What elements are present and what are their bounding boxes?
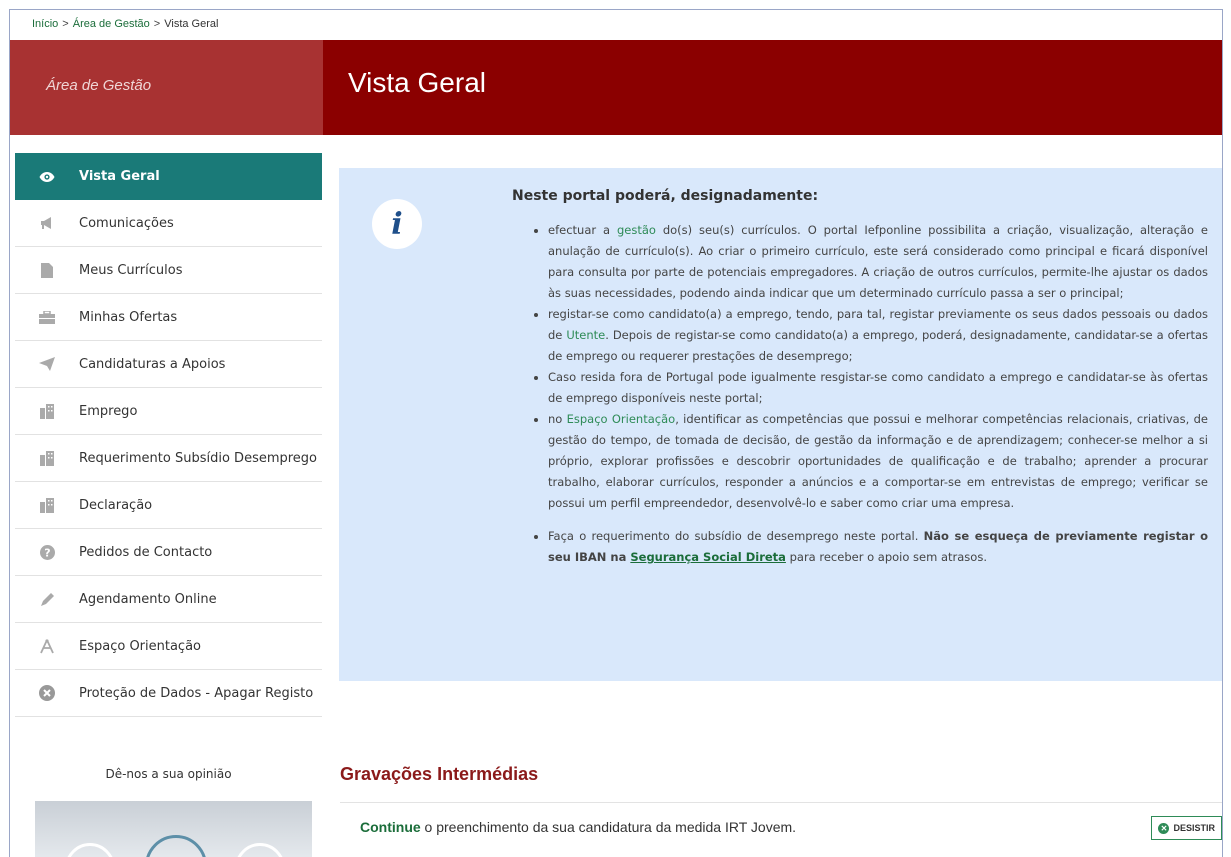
briefcase-icon — [15, 310, 79, 324]
sidebar-item-candidaturas-apoios[interactable]: Candidaturas a Apoios — [15, 341, 322, 388]
gestao-link[interactable]: gestão — [617, 223, 656, 237]
opinion-banner-image[interactable] — [35, 801, 312, 857]
portal-info-box: i Neste portal poderá, designadamente: e… — [339, 168, 1222, 681]
list-item: no Espaço Orientação, identificar as com… — [548, 409, 1208, 514]
page-title: Vista Geral — [348, 67, 486, 98]
document-icon — [15, 262, 79, 278]
sidebar-item-label: Proteção de Dados - Apagar Registo — [79, 685, 314, 701]
continue-link[interactable]: Continue — [360, 819, 421, 835]
info-list: efectuar a gestão do(s) seu(s) currículo… — [534, 220, 1208, 568]
sidebar-item-minhas-ofertas[interactable]: Minhas Ofertas — [15, 294, 322, 341]
sidebar-item-label: Agendamento Online — [79, 591, 217, 607]
breadcrumb: Início > Área de Gestão > Vista Geral — [32, 18, 219, 30]
sidebar-item-requerimento-subsidio[interactable]: Requerimento Subsídio Desemprego — [15, 435, 322, 482]
seguranca-social-link[interactable]: Segurança Social Direta — [630, 550, 786, 564]
gravacoes-title: Gravações Intermédias — [340, 764, 539, 784]
continue-row: Continue o preenchimento da sua candidat… — [340, 802, 1222, 852]
continue-text: Continue o preenchimento da sua candidat… — [360, 819, 796, 835]
sidebar-item-label: Meus Currículos — [79, 262, 183, 278]
list-item: registar-se como candidato(a) a emprego,… — [548, 304, 1208, 367]
espaco-orientacao-link[interactable]: Espaço Orientação — [567, 412, 676, 426]
info-title: Neste portal poderá, designadamente: — [512, 188, 819, 204]
sidebar-item-agendamento-online[interactable]: Agendamento Online — [15, 576, 322, 623]
eye-icon — [15, 171, 79, 183]
opinion-heading: Dê-nos a sua opinião — [105, 767, 232, 781]
sidebar-item-label: Pedidos de Contacto — [79, 544, 213, 560]
sidebar-item-label: Declaração — [79, 497, 153, 513]
breadcrumb-home[interactable]: Início — [32, 18, 58, 30]
sidebar-item-label: Requerimento Subsídio Desemprego — [79, 450, 318, 466]
text: , identificar as competências que possui… — [548, 412, 1208, 510]
info-icon: i — [372, 199, 422, 249]
list-item: Faça o requerimento do subsídio de desem… — [548, 526, 1208, 568]
desistir-label: DESISTIR — [1173, 823, 1215, 833]
text: Faça o requerimento do subsídio de desem… — [548, 529, 924, 543]
list-item: efectuar a gestão do(s) seu(s) currículo… — [548, 220, 1208, 304]
text: para receber o apoio sem atrasos. — [785, 550, 987, 564]
list-item: Caso resida fora de Portugal pode igualm… — [548, 367, 1208, 409]
breadcrumb-current: Vista Geral — [164, 18, 219, 30]
section-title: Área de Gestão — [46, 77, 152, 94]
text: . Depois de registar-se como candidato(a… — [548, 328, 1209, 363]
sidebar-item-label: Emprego — [79, 403, 138, 419]
sidebar: Vista Geral Comunicações Meus Currículos… — [15, 153, 322, 857]
sidebar-item-label: Espaço Orientação — [79, 638, 201, 654]
sidebar-item-label: Minhas Ofertas — [79, 309, 178, 325]
building-icon — [15, 403, 79, 419]
compass-icon — [15, 638, 79, 654]
pencil-icon — [15, 592, 79, 607]
close-icon: ✕ — [1158, 822, 1170, 834]
sidebar-item-espaco-orientacao[interactable]: Espaço Orientação — [15, 623, 322, 670]
page-header: Área de Gestão Vista Geral — [10, 40, 1222, 135]
sidebar-item-comunicacoes[interactable]: Comunicações — [15, 200, 322, 247]
paper-plane-icon — [15, 357, 79, 371]
question-icon: ? — [15, 544, 79, 560]
building-icon — [15, 450, 79, 466]
sidebar-item-meus-curriculos[interactable]: Meus Currículos — [15, 247, 322, 294]
text: o preenchimento da sua candidatura da me… — [420, 819, 797, 835]
building-icon — [15, 497, 79, 513]
sidebar-item-protecao-dados[interactable]: Proteção de Dados - Apagar Registo — [15, 670, 322, 717]
sidebar-item-emprego[interactable]: Emprego — [15, 388, 322, 435]
sidebar-item-vista-geral[interactable]: Vista Geral — [15, 153, 322, 200]
page-frame: Início > Área de Gestão > Vista Geral Área d… — [9, 9, 1223, 857]
desistir-button[interactable]: ✕ DESISTIR — [1151, 816, 1222, 840]
sidebar-item-label: Candidaturas a Apoios — [79, 356, 226, 372]
svg-text:?: ? — [44, 546, 50, 559]
section-header: Área de Gestão — [10, 40, 323, 135]
sidebar-item-label: Vista Geral — [79, 169, 160, 184]
sidebar-item-declaracao[interactable]: Declaração — [15, 482, 322, 529]
megaphone-icon — [15, 216, 79, 230]
breadcrumb-area[interactable]: Área de Gestão — [73, 18, 150, 30]
sidebar-item-pedidos-contacto[interactable]: ? Pedidos de Contacto — [15, 529, 322, 576]
close-circle-icon — [15, 685, 79, 701]
sidebar-item-label: Comunicações — [79, 215, 174, 231]
text: efectuar a — [548, 223, 617, 237]
text: no — [548, 412, 567, 426]
utente-link[interactable]: Utente — [566, 328, 605, 342]
